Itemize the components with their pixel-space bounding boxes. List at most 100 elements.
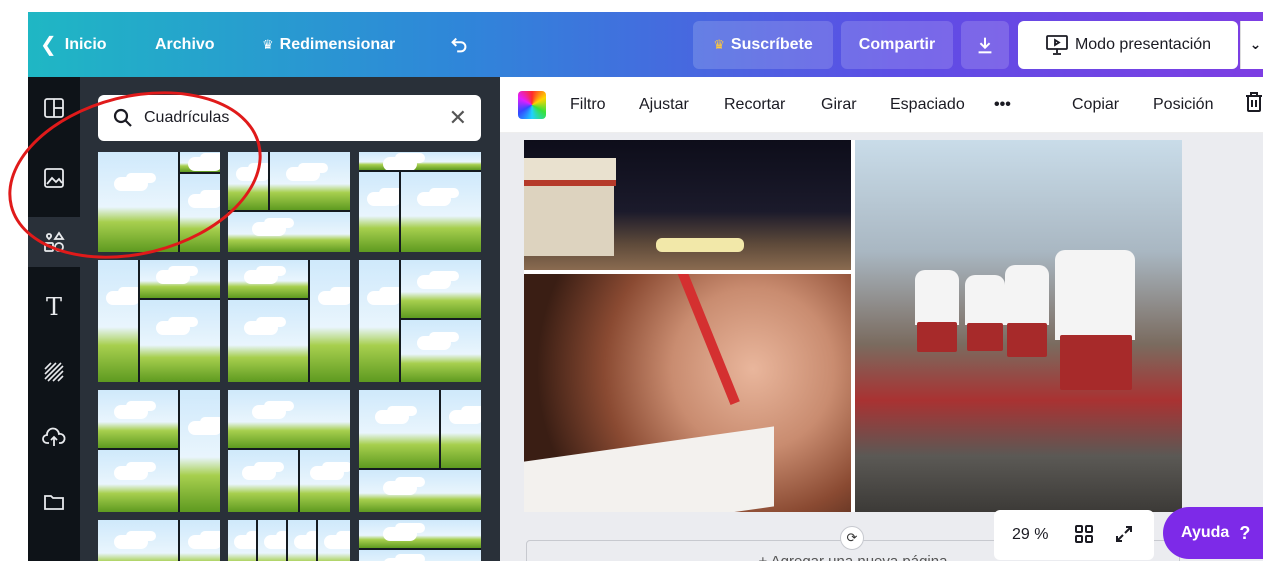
adjust-button[interactable]: Ajustar [639, 96, 689, 114]
zoom-level[interactable]: 29 % [1012, 526, 1048, 544]
grid-cell [359, 470, 481, 512]
photo-schoolchildren[interactable] [855, 140, 1182, 512]
grid-thumbnail[interactable] [359, 390, 481, 512]
paper-shape [524, 426, 774, 512]
file-label: Archivo [155, 35, 215, 53]
text-icon: T [45, 293, 62, 321]
presentation-icon [1046, 34, 1068, 55]
home-button[interactable]: ❮ Inicio [40, 32, 107, 57]
presentation-options-button[interactable]: ⌄ [1240, 20, 1263, 69]
grid-cell [401, 320, 481, 382]
more-options-button[interactable]: ••• [994, 96, 1011, 114]
help-button[interactable]: Ayuda ? [1163, 507, 1263, 559]
copy-button[interactable]: Copiar [1072, 96, 1119, 114]
crown-icon: ♛ [713, 36, 725, 52]
grid-cell [441, 390, 481, 468]
folder-icon [44, 495, 64, 510]
fullscreen-icon[interactable] [1114, 524, 1134, 549]
grid-thumbnail[interactable] [98, 260, 220, 382]
pencil-shape [674, 274, 740, 405]
grid-cell [300, 450, 350, 512]
resize-button[interactable]: ♛ Redimensionar [262, 36, 395, 54]
folders-nav[interactable] [28, 477, 80, 527]
grid-cell [228, 260, 308, 298]
child-shorts-shape [1060, 335, 1132, 390]
upload-icon [42, 427, 66, 446]
delete-button[interactable] [1244, 91, 1263, 118]
rotate-button[interactable]: Girar [821, 96, 857, 114]
grid-cell [359, 390, 439, 468]
share-button[interactable]: Compartir [841, 20, 953, 69]
grid-cell [401, 260, 481, 318]
crop-button[interactable]: Recortar [724, 96, 785, 114]
subscribe-button[interactable]: ♛ Suscríbete [693, 20, 833, 69]
grid-cell [310, 260, 350, 382]
grid-cell [180, 390, 220, 512]
book-shape [524, 158, 616, 186]
crown-icon: ♛ [262, 36, 274, 52]
grid-cell [140, 260, 220, 298]
grid-cell [359, 520, 481, 548]
presentation-label: Modo presentación [1074, 35, 1212, 53]
child-shorts-shape [967, 323, 1003, 351]
book-shape [524, 186, 614, 256]
undo-icon [451, 37, 467, 52]
child-shirt-shape [1055, 250, 1135, 340]
grid-cell [270, 152, 350, 210]
text-nav[interactable]: T [28, 282, 80, 332]
filter-button[interactable]: Filtro [570, 96, 606, 114]
question-icon: ? [1239, 522, 1251, 543]
grid-cell [228, 300, 308, 382]
grid-cell [140, 300, 220, 382]
layout-icon [44, 98, 64, 118]
grid-view-icon[interactable] [1074, 524, 1094, 549]
rotate-icon[interactable]: ⟳ [840, 526, 864, 550]
child-shirt-shape [1005, 265, 1049, 325]
spacing-button[interactable]: Espaciado [890, 96, 965, 114]
child-shorts-shape [917, 322, 957, 352]
grid-cell [288, 520, 316, 561]
grid-cell [98, 260, 138, 382]
undo-button[interactable] [448, 34, 470, 56]
grid-cell [228, 520, 256, 561]
color-picker-icon[interactable] [518, 91, 546, 119]
grid-thumbnail[interactable] [228, 390, 350, 512]
design-page[interactable] [524, 140, 1182, 512]
grid-cell [228, 212, 350, 252]
grid-cell [98, 520, 178, 561]
grid-cell [98, 390, 178, 448]
grid-cell [98, 450, 178, 512]
file-menu[interactable]: Archivo [155, 36, 215, 54]
grid-cell [359, 152, 481, 170]
close-icon[interactable]: ✕ [449, 107, 467, 129]
download-button[interactable] [961, 20, 1009, 69]
help-label: Ayuda [1181, 524, 1230, 541]
canva-editor: ❮ Inicio Archivo ♛ Redimensionar ♛ Suscr… [0, 0, 1263, 561]
grid-cell [359, 550, 481, 561]
subscribe-label: Suscríbete [730, 35, 813, 53]
photo-books-chalk[interactable] [524, 140, 851, 270]
home-label: Inicio [64, 35, 107, 53]
grid-thumbnail[interactable] [359, 520, 481, 561]
position-button[interactable]: Posición [1153, 96, 1213, 114]
background-nav[interactable] [28, 347, 80, 397]
grid-thumbnail[interactable] [359, 260, 481, 382]
uploads-nav[interactable] [28, 412, 80, 462]
resize-label: Redimensionar [279, 35, 396, 53]
chevron-down-icon: ⌄ [1249, 36, 1262, 52]
chevron-left-icon: ❮ [40, 34, 57, 56]
grid-cell [180, 520, 220, 561]
grid-thumbnail[interactable] [359, 152, 481, 252]
grid-thumbnail[interactable] [228, 260, 350, 382]
grid-cell [228, 450, 298, 512]
presentation-button[interactable]: Modo presentación [1018, 20, 1238, 69]
grid-thumbnail[interactable] [98, 390, 220, 512]
child-shirt-shape [965, 275, 1005, 325]
grid-cell [359, 172, 399, 252]
photo-child-writing[interactable] [524, 274, 851, 512]
zoom-controls: 29 % [994, 510, 1154, 560]
grid-thumbnail[interactable] [228, 520, 350, 561]
grid-thumbnail[interactable] [98, 520, 220, 561]
chalk-shape [656, 238, 744, 252]
grid-cell [401, 172, 481, 252]
